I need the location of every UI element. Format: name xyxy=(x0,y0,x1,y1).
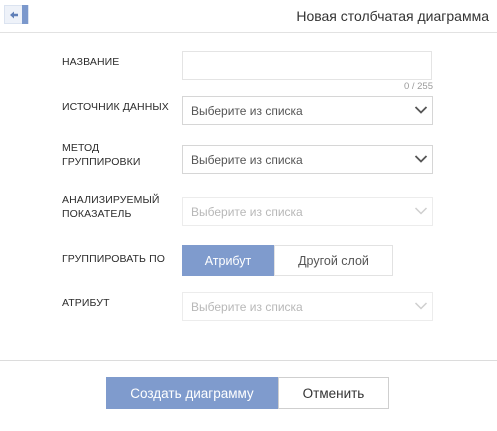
grouping-method-select[interactable]: Выберите из списка xyxy=(182,145,433,174)
metric-label: АНАЛИЗИРУЕМЫЙ ПОКАЗАТЕЛЬ xyxy=(62,193,159,221)
grouping-method-value: Выберите из списка xyxy=(191,153,303,167)
attribute-value: Выберите из списка xyxy=(191,300,303,314)
data-source-label: ИСТОЧНИК ДАННЫХ xyxy=(62,101,169,113)
metric-label-line1: АНАЛИЗИРУЕМЫЙ xyxy=(62,194,160,206)
name-label: НАЗВАНИЕ xyxy=(62,56,120,68)
group-by-label: ГРУППИРОВАТЬ ПО xyxy=(62,253,165,265)
grouping-method-label-line1: МЕТОД xyxy=(62,142,100,154)
group-by-attribute-button[interactable]: Атрибут xyxy=(182,245,274,276)
create-chart-button[interactable]: Создать диаграмму xyxy=(106,377,278,409)
dialog-header: Новая столбчатая диаграмма xyxy=(0,0,497,33)
cancel-button[interactable]: Отменить xyxy=(278,377,389,409)
attribute-label: АТРИБУТ xyxy=(62,297,110,309)
footer-divider xyxy=(0,360,497,361)
metric-select[interactable]: Выберите из списка xyxy=(182,197,433,226)
grouping-method-label-line2: ГРУППИРОВКИ xyxy=(62,156,141,168)
back-button[interactable] xyxy=(4,5,29,24)
attribute-select[interactable]: Выберите из списка xyxy=(182,292,433,321)
chevron-down-icon xyxy=(414,207,428,215)
dialog-title: Новая столбчатая диаграмма xyxy=(296,8,489,24)
data-source-value: Выберите из списка xyxy=(191,104,303,118)
grouping-method-label: МЕТОД ГРУППИРОВКИ xyxy=(62,141,140,169)
group-by-other-layer-button[interactable]: Другой слой xyxy=(274,245,393,276)
back-button-accent xyxy=(22,5,28,24)
chevron-down-icon xyxy=(414,106,428,114)
name-input[interactable] xyxy=(182,51,432,80)
arrow-left-icon xyxy=(10,11,18,19)
data-source-select[interactable]: Выберите из списка xyxy=(182,96,433,125)
metric-value: Выберите из списка xyxy=(191,205,303,219)
metric-label-line2: ПОКАЗАТЕЛЬ xyxy=(62,208,132,220)
name-char-counter: 0 / 255 xyxy=(403,81,433,92)
chevron-down-icon xyxy=(414,302,428,310)
chevron-down-icon xyxy=(414,155,428,163)
